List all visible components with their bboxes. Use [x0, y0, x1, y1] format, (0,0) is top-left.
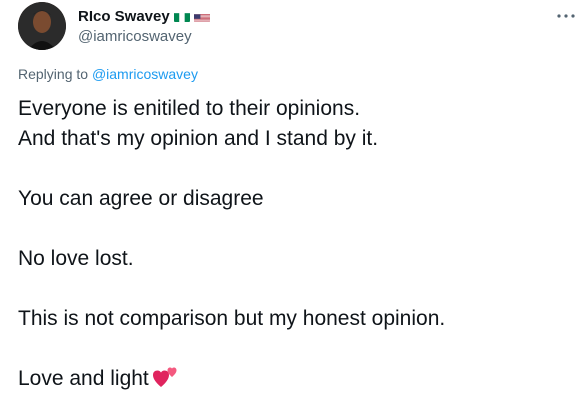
tweet-line: No love lost.: [18, 247, 134, 270]
two-hearts-icon: [152, 366, 179, 397]
replying-to-label: Replying to: [18, 66, 92, 82]
tweet-line: And that's my opinion and I stand by it.: [18, 127, 379, 150]
display-name[interactable]: RIco Swavey: [78, 8, 170, 25]
more-options-icon[interactable]: [556, 6, 576, 26]
avatar-image: [18, 2, 66, 50]
usa-flag-icon: [193, 11, 210, 22]
author-block: RIco Swavey @iamricoswavey: [78, 6, 210, 45]
user-handle[interactable]: @iamricoswavey: [78, 28, 210, 45]
name-row: RIco Swavey: [78, 6, 210, 26]
avatar[interactable]: [18, 2, 66, 50]
tweet-line: You can agree or disagree: [18, 187, 264, 210]
nigeria-flag-icon: [173, 11, 190, 22]
tweet-line: This is not comparison but my honest opi…: [18, 307, 446, 330]
reply-mention-link[interactable]: @iamricoswavey: [92, 66, 198, 82]
tweet-card: RIco Swavey @iamricoswavey Replying to @…: [0, 0, 586, 400]
tweet-last-line: Love and light: [18, 364, 578, 397]
replying-to: Replying to @iamricoswavey: [18, 66, 198, 82]
tweet-text: Everyone is enitiled to their opinions. …: [18, 94, 578, 397]
tweet-line: Love and light: [18, 367, 149, 390]
tweet-line: Everyone is enitiled to their opinions.: [18, 97, 361, 120]
